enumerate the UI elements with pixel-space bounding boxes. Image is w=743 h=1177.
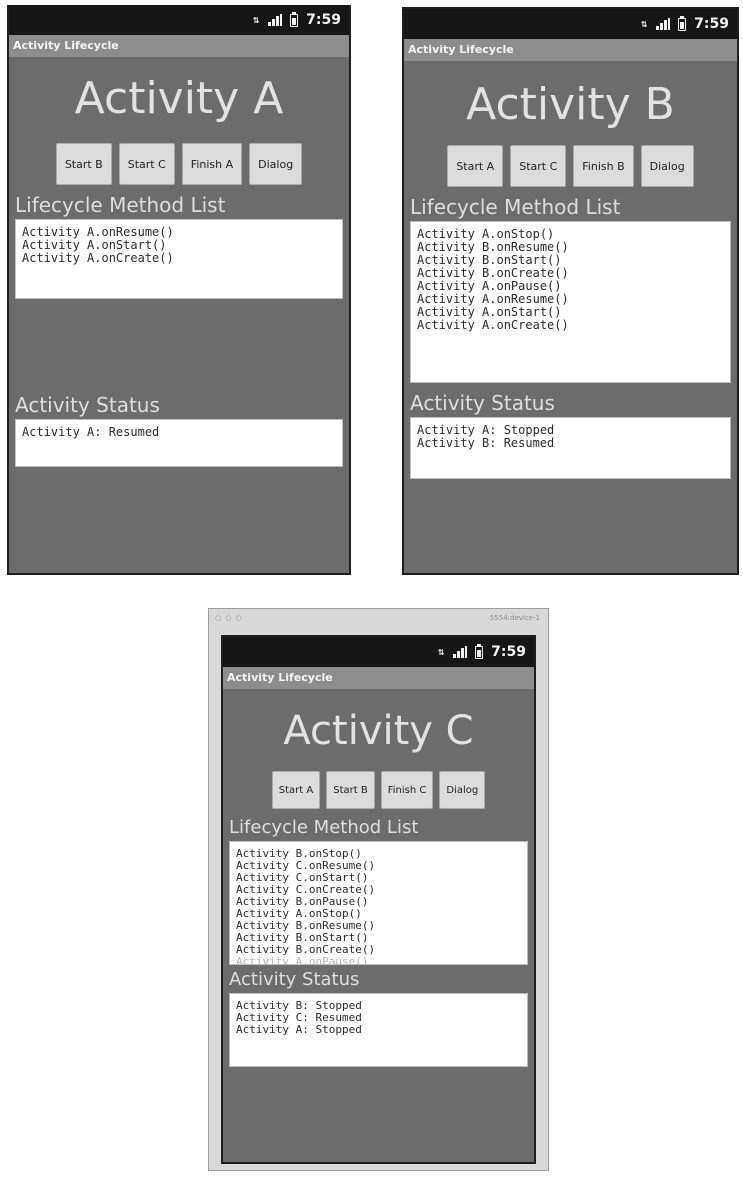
status-line: Activity A: Stopped bbox=[236, 1023, 362, 1036]
start-a-button[interactable]: Start A bbox=[447, 145, 504, 187]
activity-status-box: Activity A: Stopped Activity B: Resumed bbox=[410, 417, 731, 479]
start-b-button[interactable]: Start B bbox=[55, 143, 112, 185]
list-item: Activity A.onCreate() bbox=[417, 318, 569, 332]
lifecycle-label: Lifecycle Method List bbox=[229, 817, 419, 838]
finish-a-button[interactable]: Finish A bbox=[181, 143, 243, 185]
phone-screen-activity-a: ⇅ 7:59 Activity Lifecycle Activity A Sta… bbox=[7, 5, 351, 575]
activity-heading: Activity B bbox=[466, 79, 675, 130]
clock: 7:59 bbox=[491, 644, 526, 660]
data-activity-icon: ⇅ bbox=[640, 19, 648, 29]
button-row: Start A Start B Finish C Dialog bbox=[229, 771, 528, 809]
clock: 7:59 bbox=[694, 16, 729, 32]
battery-icon bbox=[290, 11, 299, 27]
status-label: Activity Status bbox=[229, 969, 360, 990]
status-label: Activity Status bbox=[410, 391, 555, 415]
app-title: Activity Lifecycle bbox=[9, 35, 349, 57]
emulator-title: 5554:device-1 bbox=[489, 614, 540, 622]
battery-icon bbox=[678, 15, 687, 31]
status-bar: ⇅ 7:59 bbox=[9, 5, 349, 35]
screenshot-collage: ⇅ 7:59 Activity Lifecycle Activity A Sta… bbox=[0, 0, 743, 1177]
status-bar: ⇅ 7:59 bbox=[404, 9, 737, 39]
signal-icon bbox=[268, 14, 283, 26]
finish-b-button[interactable]: Finish B bbox=[573, 145, 634, 187]
signal-icon bbox=[656, 18, 671, 30]
start-c-button[interactable]: Start C bbox=[118, 143, 175, 185]
emulator-window: ○ ○ ○ 5554:device-1 ⇅ 7:59 Activity Life… bbox=[208, 608, 549, 1171]
start-b-button[interactable]: Start B bbox=[326, 771, 375, 809]
app-title: Activity Lifecycle bbox=[223, 667, 534, 689]
dialog-button[interactable]: Dialog bbox=[640, 145, 694, 187]
activity-status-box: Activity B: Stopped Activity C: Resumed … bbox=[229, 993, 528, 1067]
activity-content: Activity C Start A Start B Finish C Dial… bbox=[223, 705, 534, 1067]
start-c-button[interactable]: Start C bbox=[510, 145, 567, 187]
start-a-button[interactable]: Start A bbox=[271, 771, 321, 809]
status-line: Activity B: Resumed bbox=[417, 436, 555, 450]
window-controls[interactable]: ○ ○ ○ bbox=[215, 614, 243, 622]
app-title: Activity Lifecycle bbox=[404, 39, 737, 61]
activity-content: Activity B Start A Start C Finish B Dial… bbox=[404, 79, 737, 479]
dialog-button[interactable]: Dialog bbox=[249, 143, 303, 185]
activity-heading: Activity C bbox=[283, 708, 474, 754]
activity-heading: Activity A bbox=[74, 73, 284, 124]
emulator-titlebar: ○ ○ ○ 5554:device-1 bbox=[209, 609, 548, 631]
lifecycle-label: Lifecycle Method List bbox=[410, 195, 621, 219]
button-row: Start B Start C Finish A Dialog bbox=[15, 143, 343, 185]
lifecycle-method-list[interactable]: Activity A.onResume() Activity A.onStart… bbox=[15, 219, 343, 299]
phone-screen-activity-b: ⇅ 7:59 Activity Lifecycle Activity B Sta… bbox=[402, 7, 739, 575]
lifecycle-label: Lifecycle Method List bbox=[15, 193, 226, 217]
signal-icon bbox=[453, 646, 468, 658]
activity-content: Activity A Start B Start C Finish A Dial… bbox=[9, 73, 349, 467]
clock: 7:59 bbox=[306, 12, 341, 28]
phone-screen-activity-c: ⇅ 7:59 Activity Lifecycle Activity C Sta… bbox=[221, 635, 536, 1164]
status-line: Activity A: Resumed bbox=[22, 425, 160, 439]
battery-icon bbox=[475, 643, 484, 659]
list-item-partial: Activity A.onPause() bbox=[236, 955, 369, 965]
lifecycle-method-list[interactable]: Activity A.onStop() Activity B.onResume(… bbox=[410, 221, 731, 383]
lifecycle-method-list[interactable]: Activity B.onStop() Activity C.onResume(… bbox=[229, 841, 528, 965]
dialog-button[interactable]: Dialog bbox=[439, 771, 486, 809]
list-item: Activity A.onCreate() bbox=[22, 251, 174, 265]
button-row: Start A Start C Finish B Dialog bbox=[410, 145, 731, 187]
finish-c-button[interactable]: Finish C bbox=[380, 771, 434, 809]
data-activity-icon: ⇅ bbox=[252, 15, 260, 25]
status-bar: ⇅ 7:59 bbox=[223, 637, 534, 667]
status-label: Activity Status bbox=[15, 393, 160, 417]
activity-status-box: Activity A: Resumed bbox=[15, 419, 343, 467]
data-activity-icon: ⇅ bbox=[437, 647, 445, 657]
